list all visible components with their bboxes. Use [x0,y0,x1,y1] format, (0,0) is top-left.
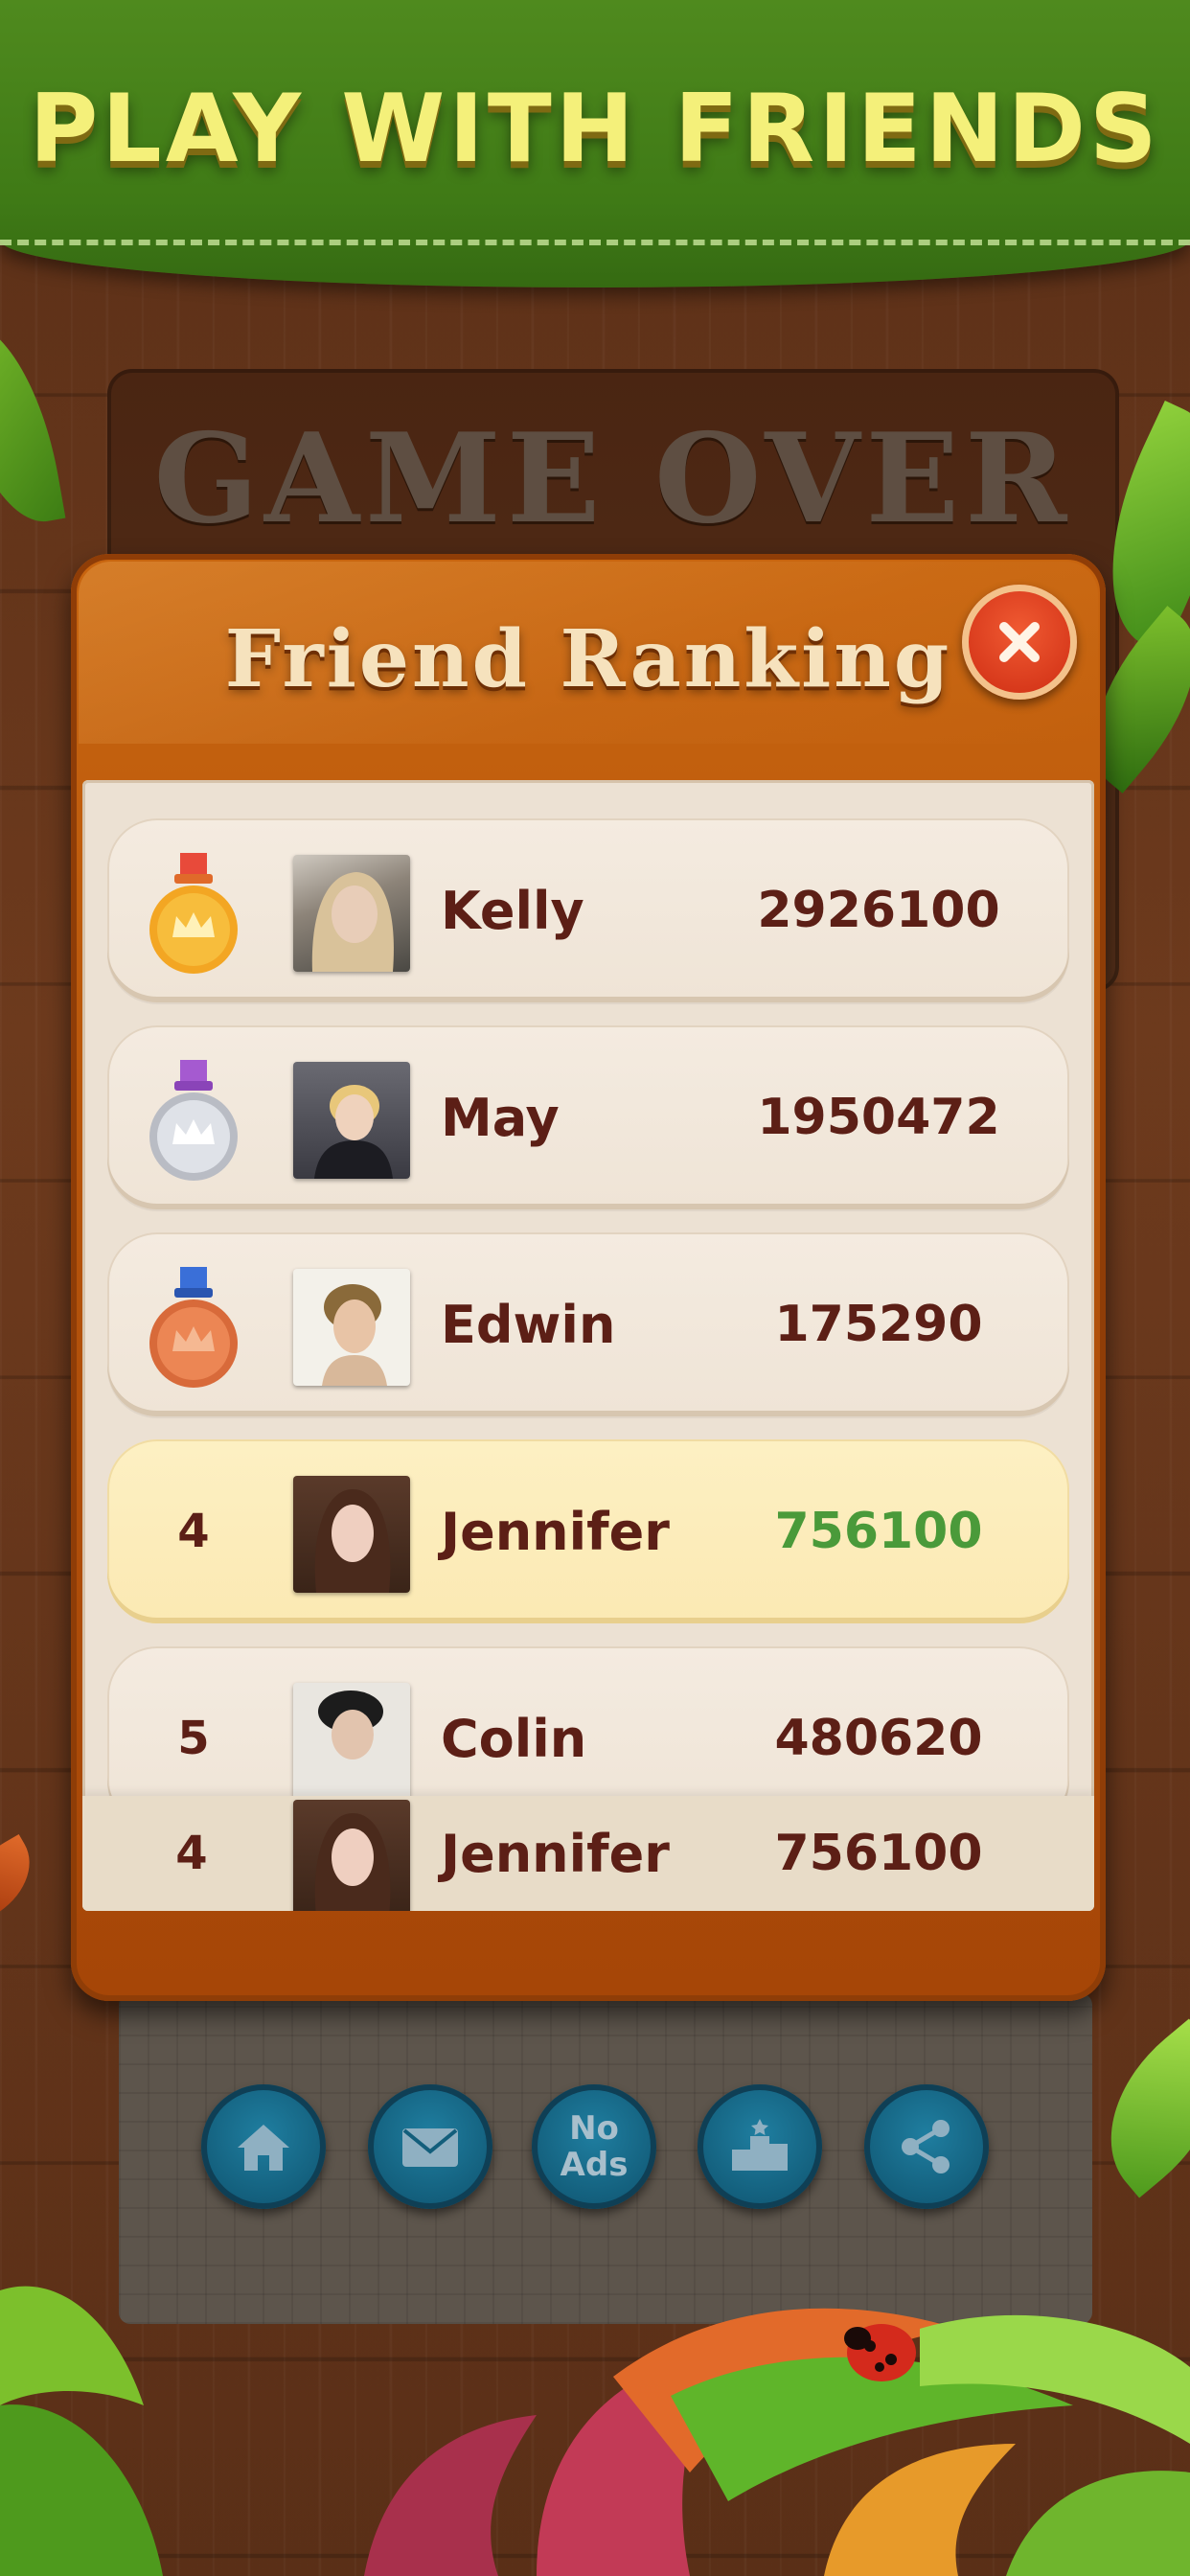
player-name: Edwin [441,1294,616,1355]
gold-medal-icon [149,853,238,974]
ranking-row: May 1950472 [107,1025,1069,1209]
avatar-portrait [311,872,394,972]
avatar [293,1062,410,1179]
foliage-decoration [0,2286,1190,2576]
avatar [293,855,410,972]
player-score: 1950472 [757,1089,1000,1146]
avatar [293,1476,410,1593]
my-rank-row: 4 Jennifer 756100 [82,1796,1094,1911]
ranking-row: 5 Colin 480620 [107,1646,1069,1796]
modal-title: Friend Ranking [224,613,952,705]
avatar-portrait [314,1489,391,1593]
avatar [293,1683,410,1796]
avatar [293,1269,410,1386]
ranking-row-current-user: 4 Jennifer 756100 [107,1439,1069,1623]
avatar-portrait [318,1690,383,1760]
banner-title: PLAY WITH FRIENDS [29,75,1161,184]
player-name: Jennifer [441,1501,670,1562]
ranking-row: Edwin 175290 [107,1232,1069,1416]
player-name: Colin [441,1708,587,1769]
player-score: 175290 [774,1296,983,1353]
player-score: 480620 [774,1710,983,1767]
my-avatar [293,1800,410,1911]
my-rank-number: 4 [175,1827,208,1880]
avatar-portrait [314,1813,391,1911]
my-score: 756100 [774,1825,983,1882]
player-name: Kelly [441,880,584,941]
close-button[interactable] [962,585,1077,700]
player-score: 756100 [774,1503,983,1560]
no-ads-line1: No [569,2109,619,2148]
avatar-portrait [314,1085,393,1179]
my-name: Jennifer [441,1823,670,1884]
player-score: 2926100 [757,882,1000,939]
player-name: May [441,1087,560,1148]
banner-stitching [0,240,1190,245]
game-over-title: GAME OVER [153,407,1073,551]
friend-ranking-modal: Friend Ranking Kelly 2926100 May 1950472… [71,554,1106,2001]
bronze-medal-icon [149,1267,238,1388]
avatar-portrait [322,1284,387,1386]
ranking-list[interactable]: Kelly 2926100 May 1950472 Edwin 175290 4… [82,780,1094,1911]
ranking-scroll-area[interactable]: Kelly 2926100 May 1950472 Edwin 175290 4… [82,780,1094,1796]
top-banner: PLAY WITH FRIENDS [0,0,1190,288]
ranking-row: Kelly 2926100 [107,818,1069,1002]
rank-number: 4 [177,1505,210,1558]
silver-medal-icon [149,1060,238,1181]
leaf-decoration [0,310,66,534]
close-icon [999,622,1040,662]
rank-number: 5 [177,1712,210,1765]
leaf-decoration [0,1834,48,1922]
